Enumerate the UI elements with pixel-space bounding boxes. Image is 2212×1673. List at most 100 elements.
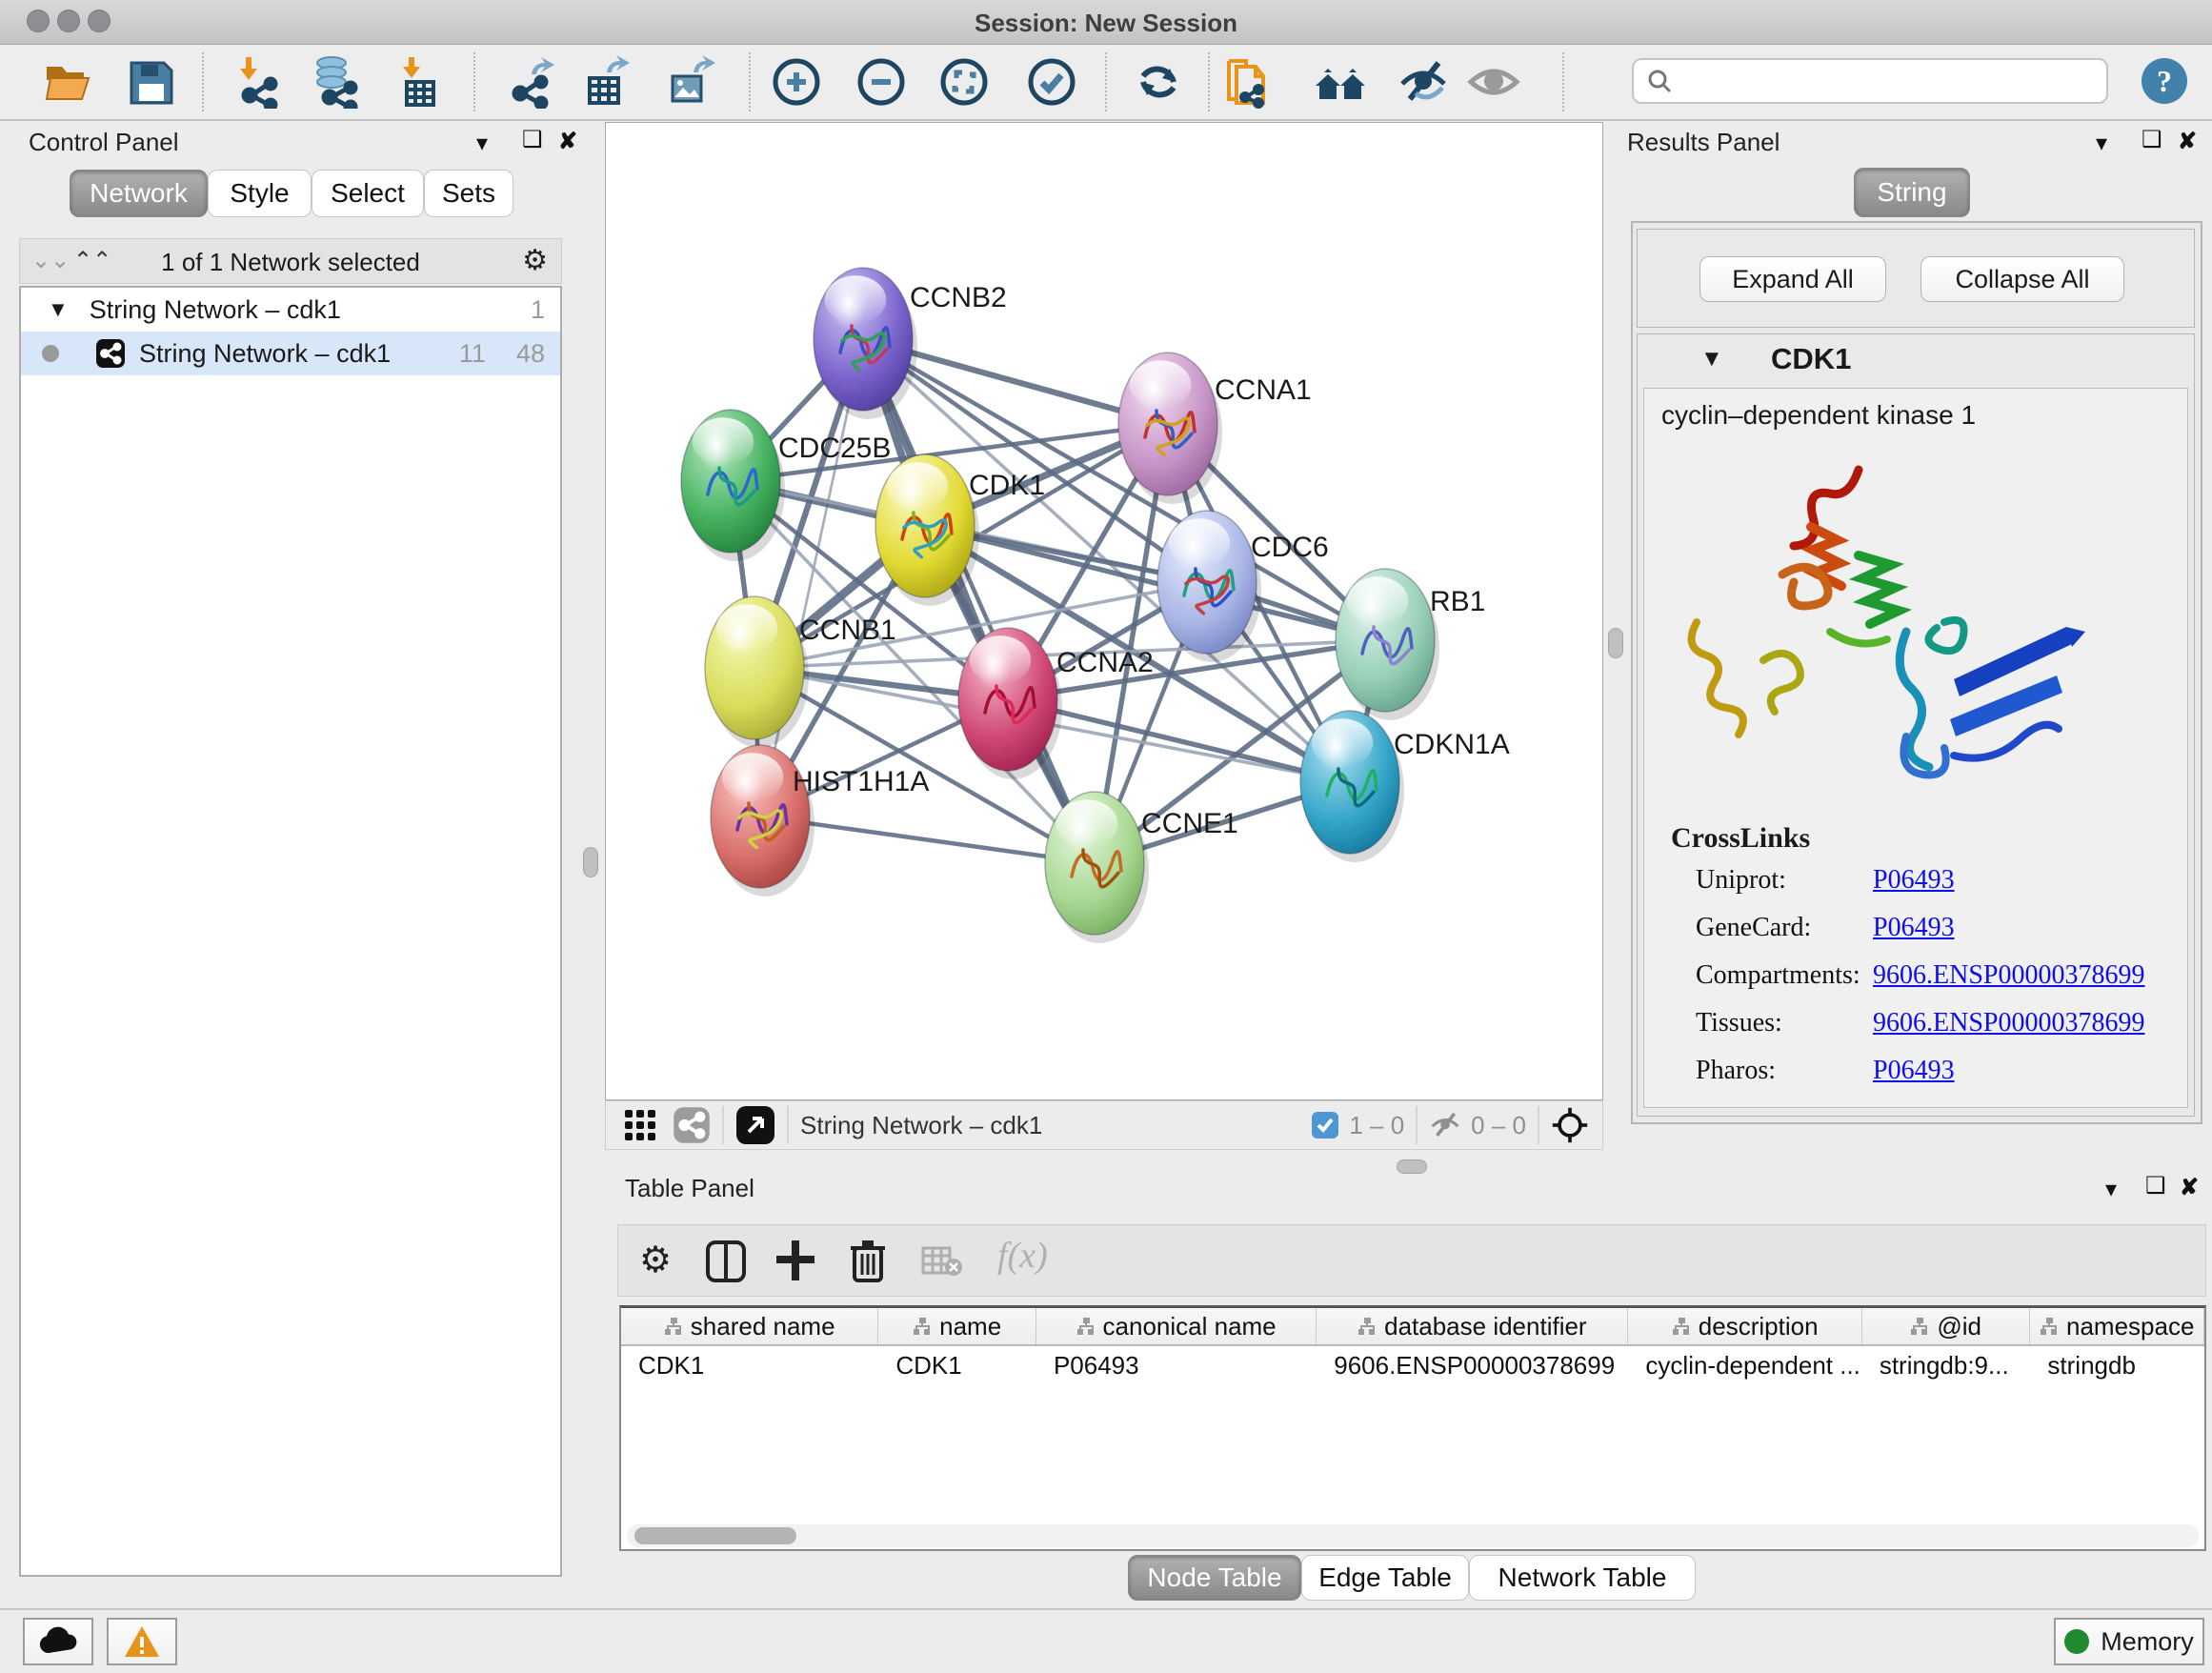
- delete-table-icon-disabled: [921, 1246, 963, 1279]
- birdseye-icon[interactable]: [735, 1105, 775, 1145]
- entry-collapse-icon[interactable]: ▼: [1700, 346, 1723, 373]
- crosslink-label: GeneCard:: [1696, 913, 1873, 943]
- export-image-icon[interactable]: [663, 55, 716, 109]
- hide-selected-eye-slash-icon[interactable]: [1397, 55, 1450, 109]
- tab-network-table[interactable]: Network Table: [1469, 1555, 1696, 1601]
- table-cell[interactable]: P06493: [1036, 1346, 1317, 1384]
- crosslink-label: Compartments:: [1696, 960, 1873, 991]
- table-options-gear-icon[interactable]: ⚙: [639, 1239, 672, 1281]
- table-cell[interactable]: 9606.ENSP00000378699: [1317, 1346, 1628, 1384]
- network-row-selected[interactable]: String Network – cdk1 11 48: [21, 332, 560, 375]
- results-panel-body: Expand All Collapse All ▼ CDK1 cyclin–de…: [1631, 221, 2202, 1124]
- import-table-icon[interactable]: [392, 55, 445, 109]
- expand-all-button[interactable]: Expand All: [1699, 256, 1886, 302]
- import-network-icon[interactable]: [231, 55, 284, 109]
- entry-gene-name: CDK1: [1771, 342, 1851, 376]
- network-collection-row[interactable]: ▼ String Network – cdk1 1: [21, 288, 560, 332]
- zoom-fit-icon[interactable]: [937, 55, 991, 109]
- control-panel-close-icon[interactable]: ✘: [558, 128, 577, 155]
- crosslink-row: Uniprot:P06493: [1696, 865, 2172, 896]
- footer-separator: [1538, 1106, 1539, 1144]
- crosslink-link[interactable]: 9606.ENSP00000378699: [1873, 960, 2144, 991]
- table-cell[interactable]: stringdb: [2030, 1346, 2204, 1384]
- table-cell[interactable]: CDK1: [621, 1346, 878, 1384]
- save-session-icon[interactable]: [124, 55, 177, 109]
- crosslink-link[interactable]: P06493: [1873, 913, 1955, 943]
- help-icon[interactable]: ?: [2142, 58, 2187, 104]
- tab-network[interactable]: Network: [70, 170, 208, 217]
- splitter-grip-left[interactable]: [583, 847, 598, 877]
- control-panel-collapse-icon[interactable]: ▾: [476, 130, 488, 157]
- zoom-out-icon[interactable]: [855, 55, 908, 109]
- control-panel-float-icon[interactable]: ❑: [522, 126, 543, 153]
- column-header-shared-name[interactable]: shared name: [621, 1308, 878, 1344]
- tree-expand-icon[interactable]: ▼: [48, 297, 69, 322]
- reset-zoom-crosshair-icon[interactable]: [1551, 1106, 1589, 1144]
- network-state-dot-icon: [42, 345, 59, 362]
- crosslink-link[interactable]: P06493: [1873, 1056, 1955, 1086]
- search-input[interactable]: [1632, 58, 2108, 104]
- open-session-icon[interactable]: [41, 55, 94, 109]
- crosslink-link[interactable]: P06493: [1873, 865, 1955, 896]
- table-cell[interactable]: CDK1: [878, 1346, 1036, 1384]
- crosslink-label: Tissues:: [1696, 1008, 1873, 1038]
- network-canvas[interactable]: CCNB2CCNA1CDC25BCDK1CDC6RB1CCNB1CCNA2CDK…: [605, 122, 1603, 1100]
- crosslink-row: Tissues:9606.ENSP00000378699: [1696, 1008, 2172, 1038]
- table-row[interactable]: CDK1CDK1P064939606.ENSP00000378699cyclin…: [621, 1346, 2204, 1384]
- apply-style-icon[interactable]: [1132, 55, 1185, 109]
- network-options-gear-icon[interactable]: ⚙: [522, 244, 548, 277]
- table-cell[interactable]: stringdb:9...: [1862, 1346, 2031, 1384]
- add-column-icon[interactable]: [774, 1239, 816, 1282]
- delete-column-trash-icon[interactable]: [849, 1237, 887, 1284]
- tab-sets[interactable]: Sets: [424, 170, 513, 217]
- network-node-count: 11: [459, 339, 486, 369]
- protein-structure-image: [1668, 441, 2087, 794]
- tab-style[interactable]: Style: [208, 170, 312, 217]
- home-icon[interactable]: [1314, 55, 1367, 109]
- warnings-button[interactable]: [107, 1618, 177, 1665]
- collapse-all-button[interactable]: Collapse All: [1920, 256, 2124, 302]
- table-header-row: shared namenamecanonical namedatabase id…: [621, 1308, 2204, 1346]
- selected-checkbox-icon[interactable]: [1311, 1111, 1339, 1139]
- table-horizontal-scrollbar[interactable]: [627, 1524, 2199, 1547]
- results-panel-close-icon[interactable]: ✘: [2178, 128, 2197, 155]
- grid-view-icon[interactable]: [623, 1108, 657, 1142]
- scrollbar-thumb[interactable]: [634, 1527, 796, 1544]
- node-label: CCNA1: [1215, 374, 1312, 406]
- hidden-eye-slash-icon[interactable]: [1429, 1109, 1461, 1141]
- column-header-database-identifier[interactable]: database identifier: [1317, 1308, 1628, 1344]
- toolbar-separator: [473, 52, 475, 111]
- crosslink-link[interactable]: 9606.ENSP00000378699: [1873, 1008, 2144, 1038]
- export-network-icon[interactable]: [503, 55, 556, 109]
- entry-card: cyclin–dependent kinase 1: [1643, 388, 2188, 1108]
- tab-select[interactable]: Select: [312, 170, 424, 217]
- table-panel-collapse-icon[interactable]: ▾: [2105, 1176, 2117, 1203]
- results-panel-collapse-icon[interactable]: ▾: [2096, 130, 2107, 157]
- network-share-gray-icon[interactable]: [673, 1106, 711, 1144]
- tab-node-table[interactable]: Node Table: [1128, 1555, 1301, 1601]
- network-edge-count: 48: [516, 339, 545, 369]
- table-panel-float-icon[interactable]: ❑: [2145, 1172, 2166, 1199]
- column-header--id[interactable]: @id: [1862, 1308, 2031, 1344]
- zoom-in-icon[interactable]: [770, 55, 823, 109]
- crosslinks-list: Uniprot:P06493GeneCard:P06493Compartment…: [1696, 865, 2172, 1103]
- table-cell[interactable]: cyclin-dependent ...: [1628, 1346, 1861, 1384]
- zoom-selected-icon[interactable]: [1025, 55, 1078, 109]
- memory-status-dot: [2064, 1629, 2089, 1654]
- export-table-icon[interactable]: [578, 55, 632, 109]
- tab-string[interactable]: String: [1854, 168, 1970, 217]
- footer-separator: [1416, 1106, 1418, 1144]
- column-header-name[interactable]: name: [878, 1308, 1036, 1344]
- column-header-namespace[interactable]: namespace: [2030, 1308, 2204, 1344]
- automation-cloud-button[interactable]: [23, 1618, 93, 1665]
- table-panel-close-icon[interactable]: ✘: [2180, 1174, 2199, 1201]
- column-header-canonical-name[interactable]: canonical name: [1036, 1308, 1317, 1344]
- results-panel-float-icon[interactable]: ❑: [2142, 126, 2162, 153]
- tab-edge-table[interactable]: Edge Table: [1301, 1555, 1469, 1601]
- node-table: shared namenamecanonical namedatabase id…: [619, 1305, 2206, 1551]
- import-network-database-icon[interactable]: [309, 55, 362, 109]
- column-header-description[interactable]: description: [1628, 1308, 1861, 1344]
- show-columns-icon[interactable]: [706, 1240, 746, 1282]
- clone-network-icon[interactable]: [1221, 55, 1275, 109]
- memory-button[interactable]: Memory: [2054, 1618, 2204, 1665]
